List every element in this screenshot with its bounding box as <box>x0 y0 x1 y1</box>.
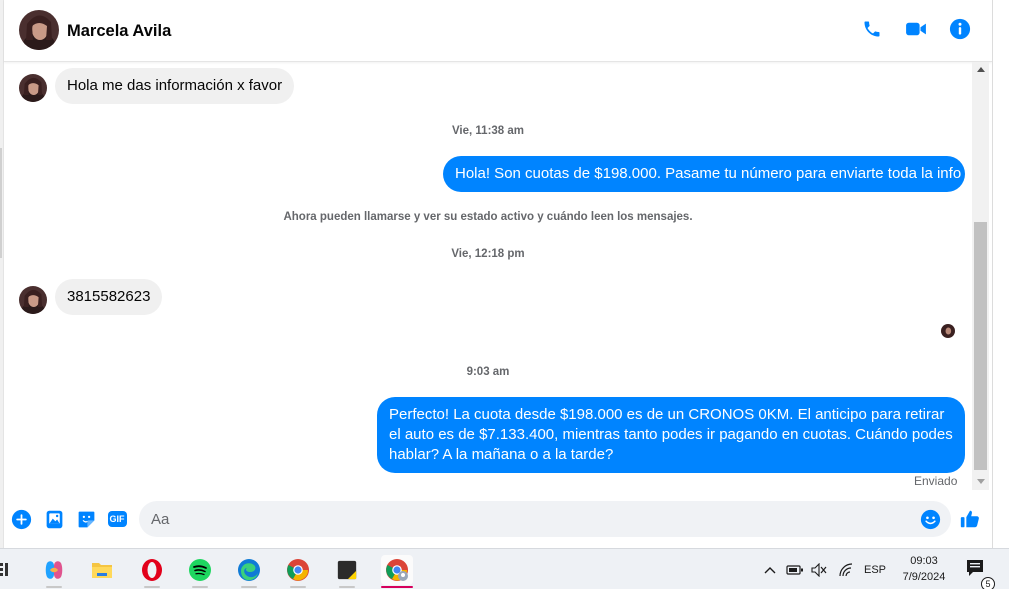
notification-count-badge: 5 <box>981 577 995 589</box>
clock-date: 7/9/2024 <box>902 571 946 583</box>
call-button[interactable] <box>860 17 884 41</box>
chat-scrollbar[interactable] <box>972 62 989 490</box>
taskbar-file-explorer[interactable] <box>86 555 118 585</box>
more-actions-button[interactable] <box>10 508 32 530</box>
clock-time: 09:03 <box>910 555 938 567</box>
message-thread: Hola me das información x favor Vie, 11:… <box>4 62 972 490</box>
scroll-down-arrow-icon[interactable] <box>977 479 985 484</box>
sender-avatar[interactable] <box>19 286 47 314</box>
phone-icon <box>864 21 880 37</box>
copilot-icon <box>45 561 63 579</box>
wifi-icon <box>839 563 853 577</box>
taskbar-spotify[interactable] <box>184 555 216 588</box>
language-label: ESP <box>864 563 887 576</box>
taskbar-chrome[interactable] <box>282 555 314 588</box>
attach-photo-button[interactable] <box>43 508 65 530</box>
scroll-up-arrow-icon[interactable] <box>977 67 985 72</box>
emoji-icon <box>920 509 940 529</box>
chrome-profile-icon <box>386 559 408 581</box>
battery-status[interactable] <box>783 555 807 585</box>
opera-icon <box>142 559 162 581</box>
volume-control[interactable] <box>807 555 831 585</box>
incoming-message[interactable]: 3815582623 <box>55 279 163 315</box>
seen-indicator-avatar <box>941 324 955 338</box>
scrollbar-thumb[interactable] <box>974 222 987 470</box>
info-icon <box>949 18 971 40</box>
emoji-button[interactable] <box>919 508 941 530</box>
spotify-icon <box>189 559 211 581</box>
message-status: Enviado <box>914 474 958 488</box>
contact-avatar[interactable] <box>19 10 59 50</box>
timestamp-separator: Vie, 12:18 pm <box>451 248 525 260</box>
edge-icon <box>238 559 260 581</box>
timestamp-separator: 9:03 am <box>466 366 510 378</box>
taskbar-opera[interactable] <box>136 555 168 588</box>
incoming-message[interactable]: Hola me das información x favor <box>55 68 295 104</box>
taskbar-chrome-active[interactable] <box>381 555 413 588</box>
network-status[interactable] <box>834 555 858 585</box>
video-icon <box>906 22 926 36</box>
message-composer: GIF <box>4 495 992 543</box>
battery-icon <box>786 565 803 575</box>
sticker-button[interactable] <box>75 508 97 530</box>
gif-button[interactable]: GIF <box>106 508 128 530</box>
like-button[interactable] <box>959 508 981 530</box>
video-call-button[interactable] <box>904 17 928 41</box>
sticky-notes-icon <box>337 560 357 580</box>
folder-icon <box>92 563 112 578</box>
window-right-edge <box>992 0 1009 548</box>
chevron-up-icon <box>764 567 776 574</box>
taskbar-edge[interactable] <box>233 555 265 588</box>
widgets-icon[interactable] <box>0 561 10 577</box>
taskbar-sticky-notes[interactable] <box>331 555 363 588</box>
sticker-icon <box>78 511 94 527</box>
volume-muted-icon <box>811 563 827 577</box>
chat-header: Marcela Avila <box>4 0 992 62</box>
outgoing-message[interactable]: Perfecto! La cuota desde $198.000 es de … <box>377 397 965 473</box>
contact-name[interactable]: Marcela Avila <box>67 22 171 41</box>
system-clock[interactable]: 09:03 7/9/2024 <box>893 553 955 585</box>
outgoing-message[interactable]: Hola! Son cuotas de $198.000. Pasame tu … <box>443 156 965 192</box>
message-input[interactable] <box>139 501 951 537</box>
taskbar-copilot[interactable] <box>38 555 70 588</box>
chrome-icon <box>287 559 309 581</box>
notification-center-button[interactable]: 5 <box>965 559 995 589</box>
windows-taskbar: ESP 09:03 7/9/2024 5 <box>0 548 1009 589</box>
thumbs-up-icon <box>960 510 979 528</box>
input-language[interactable]: ESP <box>864 549 886 589</box>
sender-avatar[interactable] <box>19 74 47 102</box>
plus-circle-icon <box>11 509 31 529</box>
system-notice: Ahora pueden llamarse y ver su estado ac… <box>283 211 693 223</box>
gallery-icon <box>46 510 62 528</box>
notification-icon <box>967 560 983 576</box>
conversation-info-button[interactable] <box>948 17 972 41</box>
show-hidden-icons-button[interactable] <box>760 555 780 585</box>
gif-icon: GIF <box>107 511 127 527</box>
timestamp-separator: Vie, 11:38 am <box>451 125 525 137</box>
